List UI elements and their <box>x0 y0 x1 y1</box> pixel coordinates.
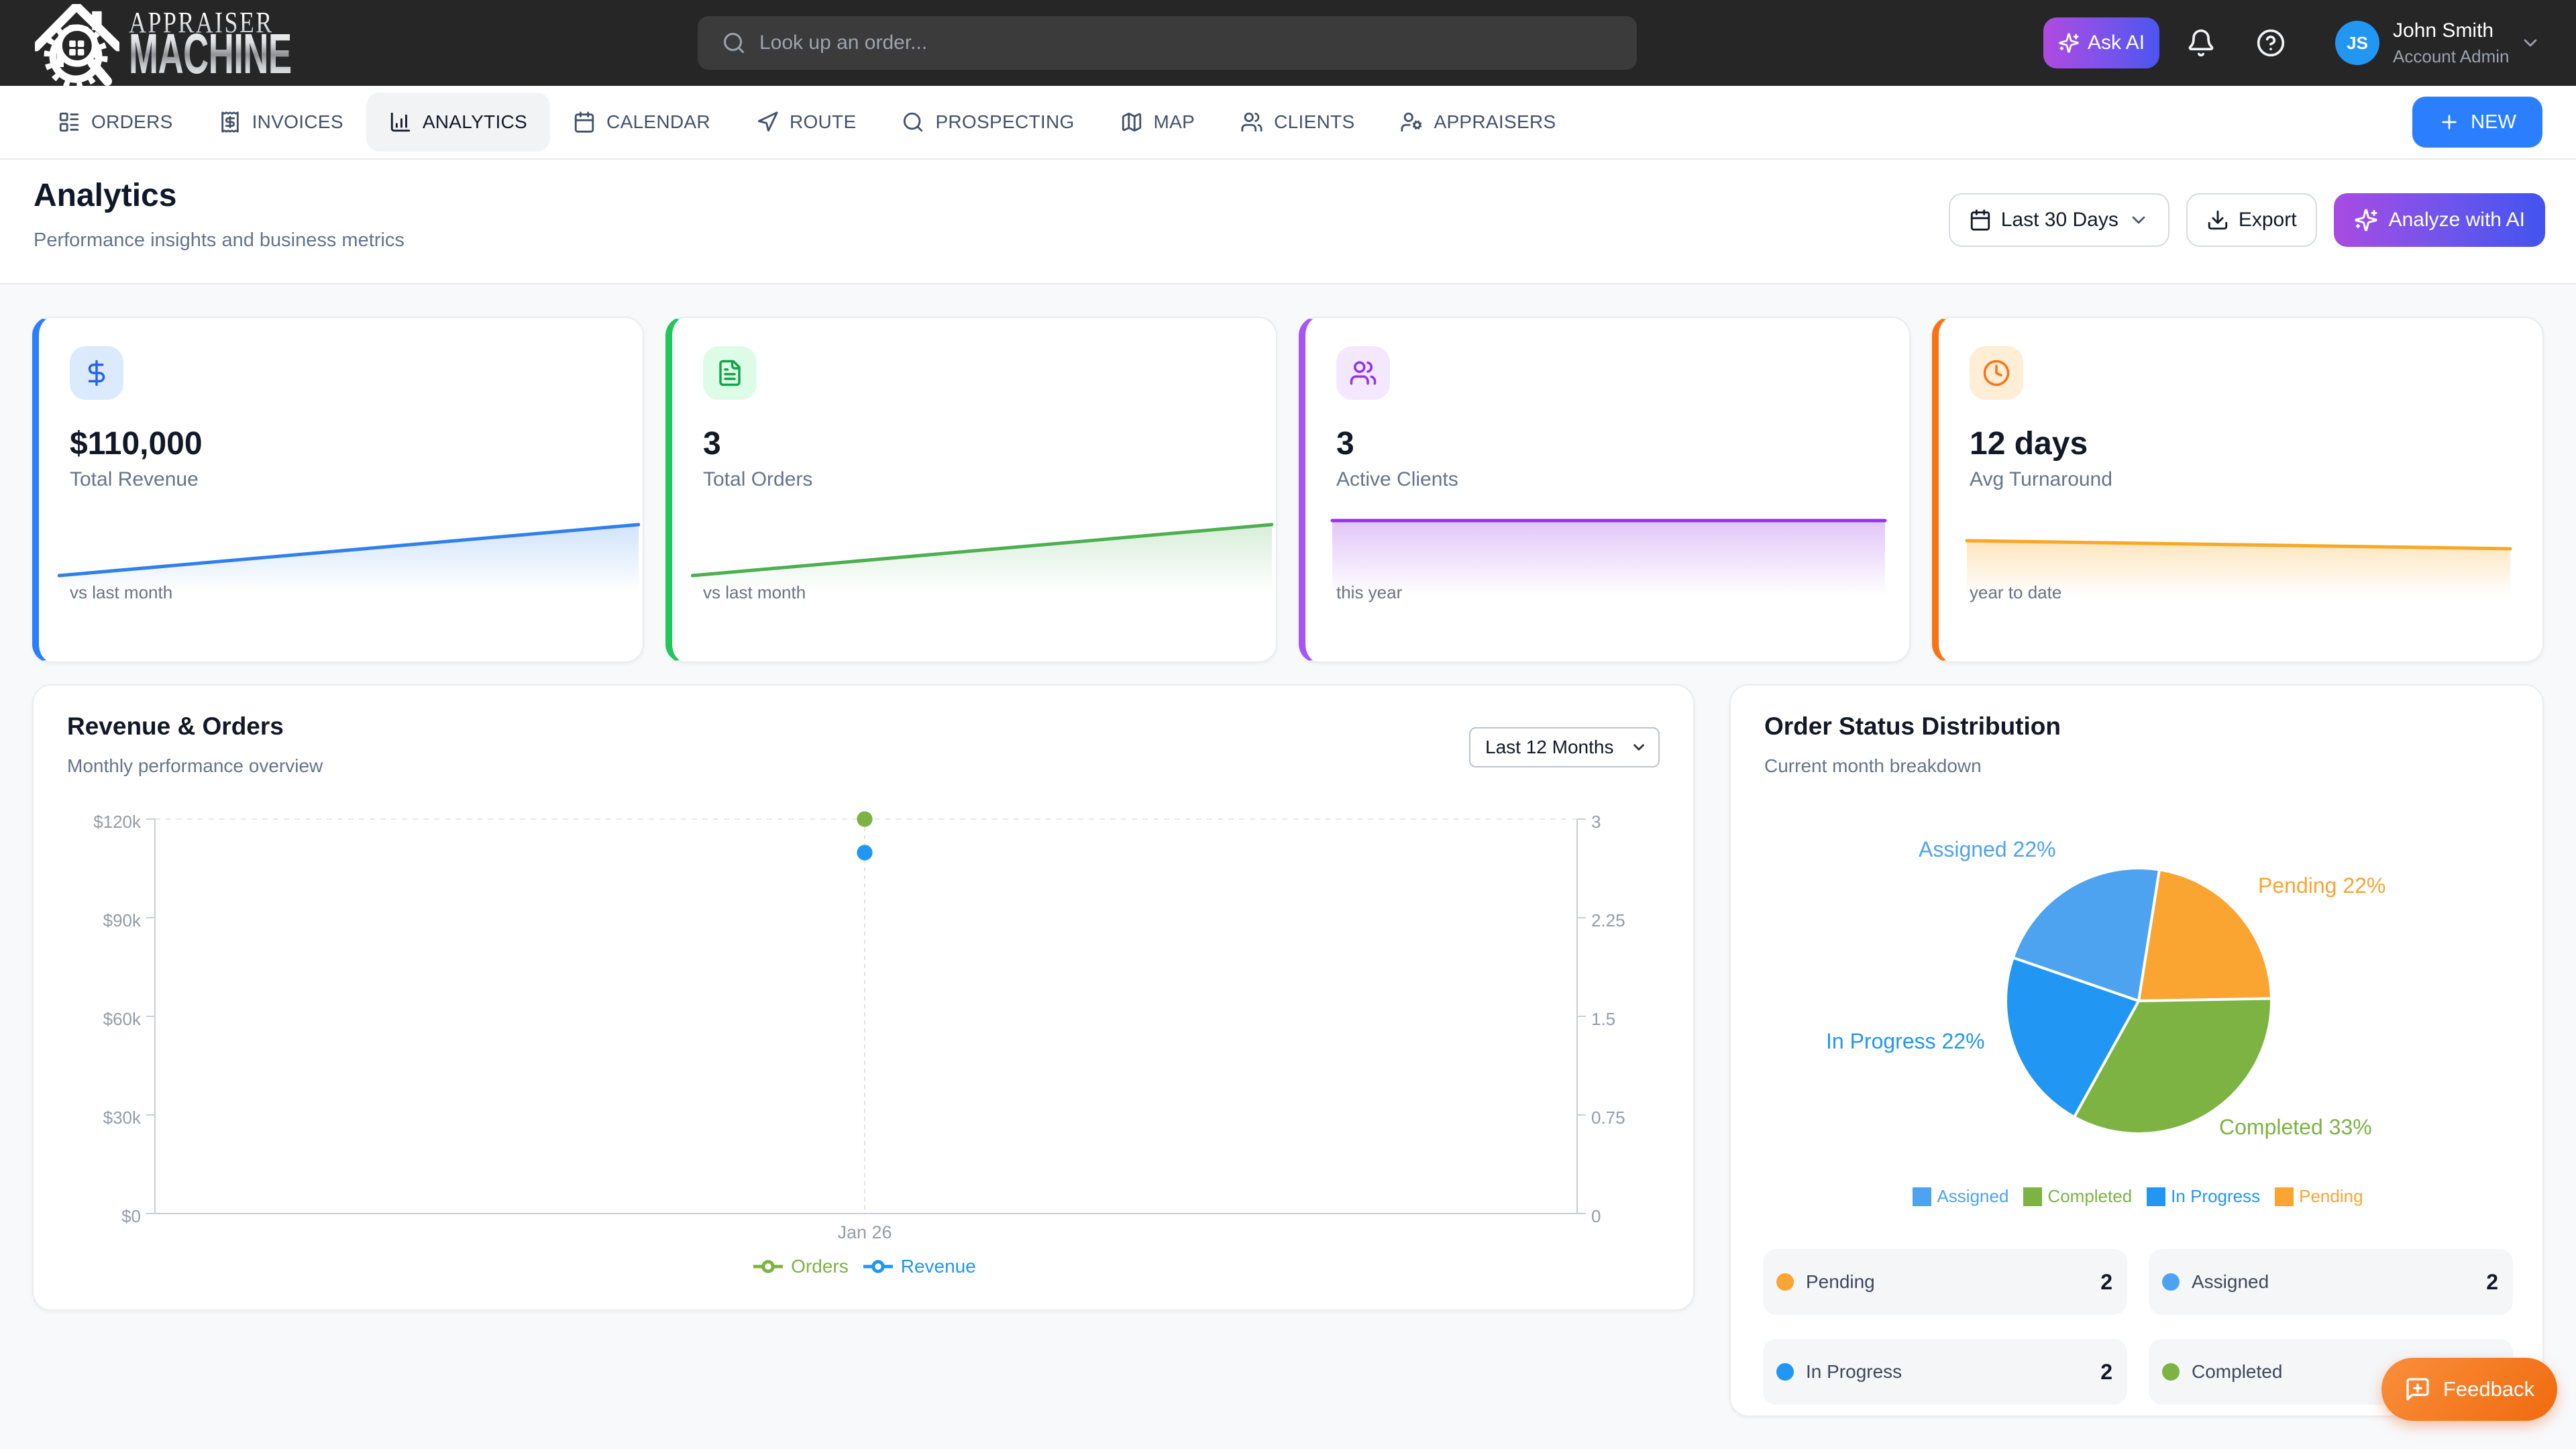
svg-text:$60k: $60k <box>103 1009 142 1029</box>
svg-text:$0: $0 <box>121 1206 141 1226</box>
svg-text:0: 0 <box>1591 1206 1601 1226</box>
svg-text:$30k: $30k <box>103 1108 142 1128</box>
svg-text:$120k: $120k <box>93 812 142 832</box>
svg-text:2.25: 2.25 <box>1591 910 1625 930</box>
svg-text:1.5: 1.5 <box>1591 1009 1615 1029</box>
svg-text:3: 3 <box>1591 812 1601 832</box>
svg-text:0.75: 0.75 <box>1591 1108 1625 1128</box>
svg-text:Jan 26: Jan 26 <box>837 1222 892 1242</box>
svg-text:$90k: $90k <box>103 910 142 930</box>
